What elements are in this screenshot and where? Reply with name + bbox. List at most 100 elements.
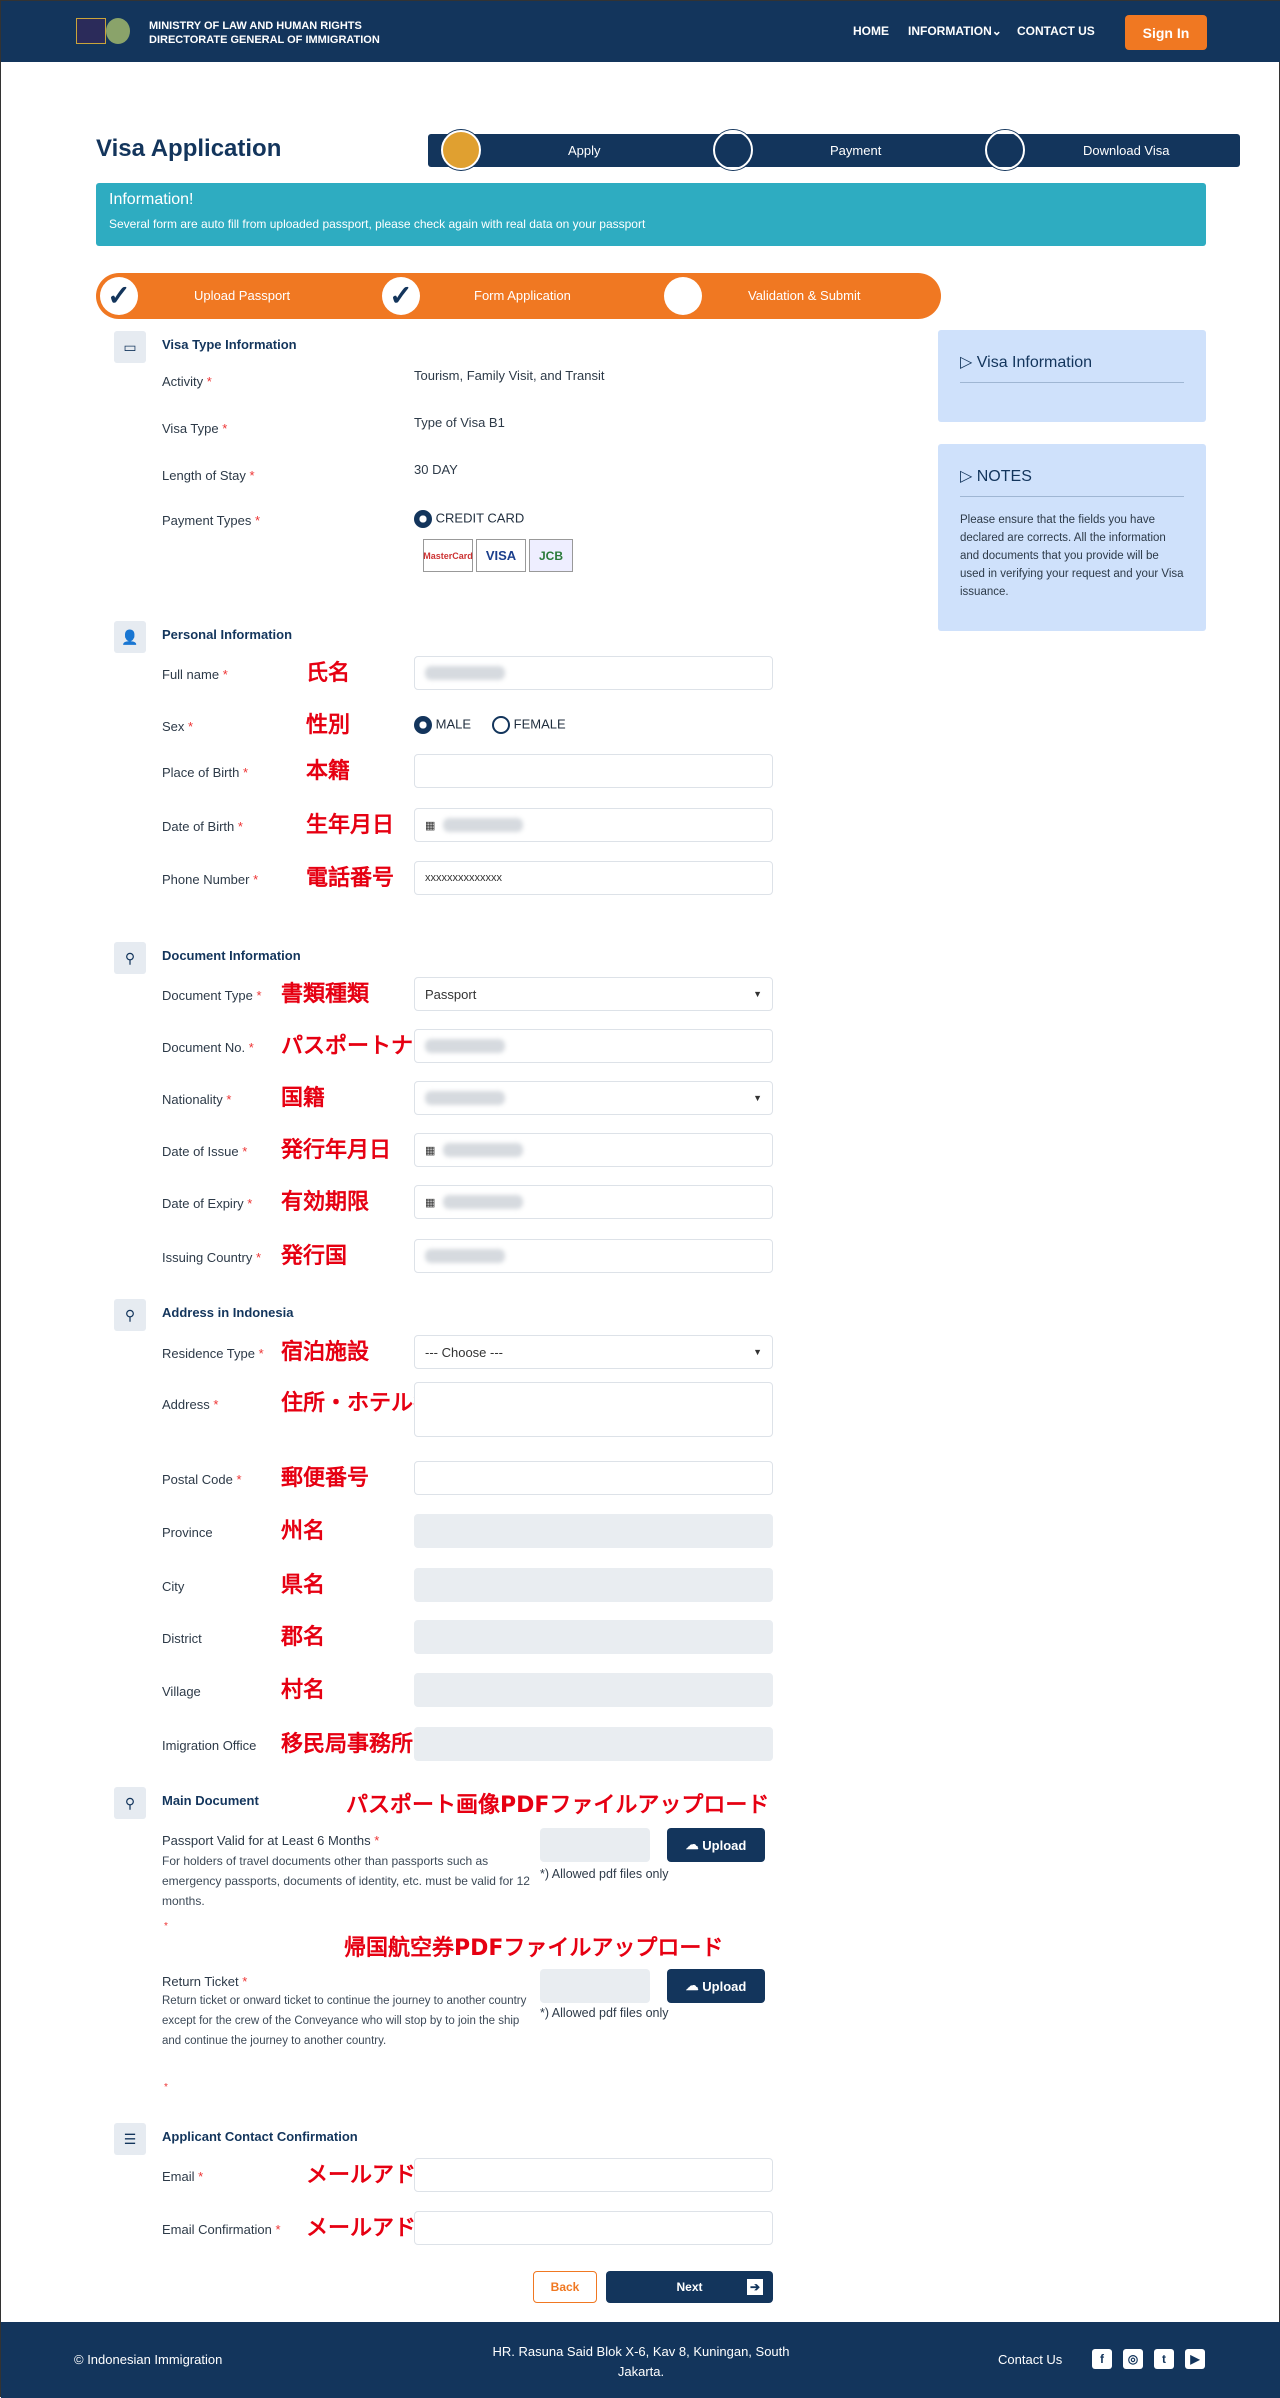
section-address: Address in Indonesia <box>162 1305 294 1320</box>
calendar-icon: ▦ <box>425 1196 436 1209</box>
visa-type-row-value: Tourism, Family Visit, and Transit <box>414 368 605 383</box>
twitter-icon[interactable]: t <box>1154 2349 1174 2369</box>
personal-phone-number-input[interactable]: xxxxxxxxxxxxxx <box>414 861 773 895</box>
address-district-input <box>414 1620 773 1654</box>
annotation-address-5: 郡名 <box>281 1625 326 1650</box>
nav-home[interactable]: HOME <box>853 24 889 38</box>
footer-address: HR. Rasuna Said Blok X-6, Kav 8, Kuninga… <box>492 2344 790 2379</box>
application-stepper: Apply Payment Download Visa <box>428 130 1240 170</box>
personal-full-name-input[interactable] <box>414 656 773 690</box>
address-postal-code-input[interactable] <box>414 1461 773 1495</box>
radio-button[interactable] <box>492 716 510 734</box>
annotation-document-0: 書類種類 <box>281 982 370 1007</box>
annotation-personal-0: 氏名 <box>306 661 351 686</box>
visa-type-row-value: 30 DAY <box>414 462 458 477</box>
brand-line1: MINISTRY OF LAW AND HUMAN RIGHTS <box>149 20 362 32</box>
address-field-label: Imigration Office <box>162 1738 257 1753</box>
sign-in-button[interactable]: Sign In <box>1125 15 1207 50</box>
passport-upload-note: *) Allowed pdf files only <box>540 1867 669 1881</box>
personal-field-label: Phone Number * <box>162 872 259 887</box>
annotation-address-3: 州名 <box>281 1519 326 1544</box>
visa-information-panel[interactable]: ▷ Visa Information <box>938 330 1206 422</box>
annotation-address-0: 宿泊施設 <box>281 1340 370 1365</box>
nav-information-label: INFORMATION <box>908 24 992 38</box>
step-apply: Apply <box>568 143 601 158</box>
document-date-of-expiry-input[interactable]: ▦ <box>414 1185 773 1219</box>
address-field-label: Postal Code * <box>162 1472 242 1487</box>
document-field-label: Document No. * <box>162 1040 254 1055</box>
section-main-document: Main Document <box>162 1793 259 1808</box>
immigration-emblem <box>106 18 130 44</box>
jcb-logo: JCB <box>529 539 573 572</box>
annotation-document-5: 発行国 <box>281 1244 348 1269</box>
payment-option-credit-card[interactable]: CREDIT CARD <box>414 510 524 528</box>
next-label: Next <box>676 2280 703 2294</box>
triangle-right-icon: ▷ <box>960 354 977 371</box>
visa-card-icon: ▭ <box>114 331 146 363</box>
address-address-input[interactable] <box>414 1382 773 1437</box>
check-icon: ✓ <box>382 277 420 315</box>
notes-title: NOTES <box>976 468 1032 485</box>
personal-option-male[interactable]: MALE <box>414 716 471 734</box>
annotation-document-2: 国籍 <box>281 1086 326 1111</box>
instagram-icon[interactable]: ◎ <box>1123 2349 1143 2369</box>
arrow-right-icon: ➔ <box>747 2279 763 2295</box>
personal-place-of-birth-input[interactable] <box>414 754 773 788</box>
address-field-label: District <box>162 1631 202 1646</box>
footer-contact-us[interactable]: Contact Us <box>998 2352 1062 2367</box>
nav-contact-us[interactable]: CONTACT US <box>1017 24 1095 38</box>
section-visa-type: Visa Type Information <box>162 337 297 352</box>
annotation-address-7: 移民局事務所 <box>281 1732 414 1757</box>
document-document-type-input[interactable]: Passport ▼ <box>414 977 773 1011</box>
document-field-label: Issuing Country * <box>162 1250 262 1265</box>
personal-field-label: Place of Birth * <box>162 765 249 780</box>
credit-card-label: CREDIT CARD <box>435 510 525 526</box>
ticket-file-field[interactable] <box>540 1969 650 2003</box>
information-alert: Information! Several form are auto fill … <box>96 183 1206 246</box>
address-field-label: Address * <box>162 1397 219 1412</box>
visa-info-title: Visa Information <box>976 354 1093 371</box>
visa-type-row-label: Visa Type * <box>162 421 228 436</box>
document-date-of-issue-input[interactable]: ▦ <box>414 1133 773 1167</box>
annotation-address-1: 住所・ホテル名 <box>281 1391 436 1416</box>
ticket-upload-button[interactable]: ☁ Upload <box>667 1969 765 2003</box>
contact-email-input[interactable] <box>414 2158 773 2192</box>
facebook-icon[interactable]: f <box>1092 2349 1112 2369</box>
address-province-input <box>414 1514 773 1548</box>
notes-panel: ▷ NOTES Please ensure that the fields yo… <box>938 444 1206 631</box>
notes-text: Please ensure that the fields you have d… <box>960 514 1184 598</box>
radio-selected[interactable] <box>414 510 432 528</box>
passport-upload-button[interactable]: ☁ Upload <box>667 1828 765 1862</box>
required-mark: * <box>164 2082 168 2093</box>
document-document-no--input[interactable] <box>414 1029 773 1063</box>
progress-validation-submit: Validation & Submit <box>748 288 861 303</box>
address-residence-type-input[interactable]: --- Choose --- ▼ <box>414 1335 773 1369</box>
progress-pending-indicator <box>664 277 702 315</box>
address-village-input <box>414 1673 773 1707</box>
next-button[interactable]: Next ➔ <box>606 2271 773 2303</box>
document-field-label: Nationality * <box>162 1092 232 1107</box>
personal-section-icon: 👤 <box>114 621 146 653</box>
annotation-document-4: 有効期限 <box>281 1190 370 1215</box>
ministry-logo <box>76 18 106 44</box>
document-nationality-input[interactable]: ▼ <box>414 1081 773 1115</box>
document-issuing-country-input[interactable] <box>414 1239 773 1273</box>
contact-email-confirmation-input[interactable] <box>414 2211 773 2245</box>
visa-type-row-label: Activity * <box>162 374 212 389</box>
passport-upload-label: Passport Valid for at Least 6 Months * <box>162 1833 380 1848</box>
annotation-ticket-upload: 帰国航空券PDFファイルアップロード <box>344 1936 724 1961</box>
youtube-icon[interactable]: ▶ <box>1185 2349 1205 2369</box>
alert-text: Several form are auto fill from uploaded… <box>109 217 646 231</box>
personal-date-of-birth-input[interactable]: ▦ <box>414 808 773 842</box>
nav-information[interactable]: INFORMATION⌄ <box>908 24 1002 38</box>
address-city-input <box>414 1568 773 1602</box>
radio-button[interactable] <box>414 716 432 734</box>
passport-file-field[interactable] <box>540 1828 650 1862</box>
footer: © Indonesian Immigration HR. Rasuna Said… <box>1 2322 1280 2398</box>
back-button[interactable]: Back <box>533 2271 597 2303</box>
annotation-personal-1: 性別 <box>306 713 351 738</box>
ticket-upload-desc: Return ticket or onward ticket to contin… <box>162 1995 527 2047</box>
address-field-label: Village <box>162 1684 201 1699</box>
personal-option-female[interactable]: FEMALE <box>492 716 566 734</box>
calendar-icon: ▦ <box>425 819 436 832</box>
